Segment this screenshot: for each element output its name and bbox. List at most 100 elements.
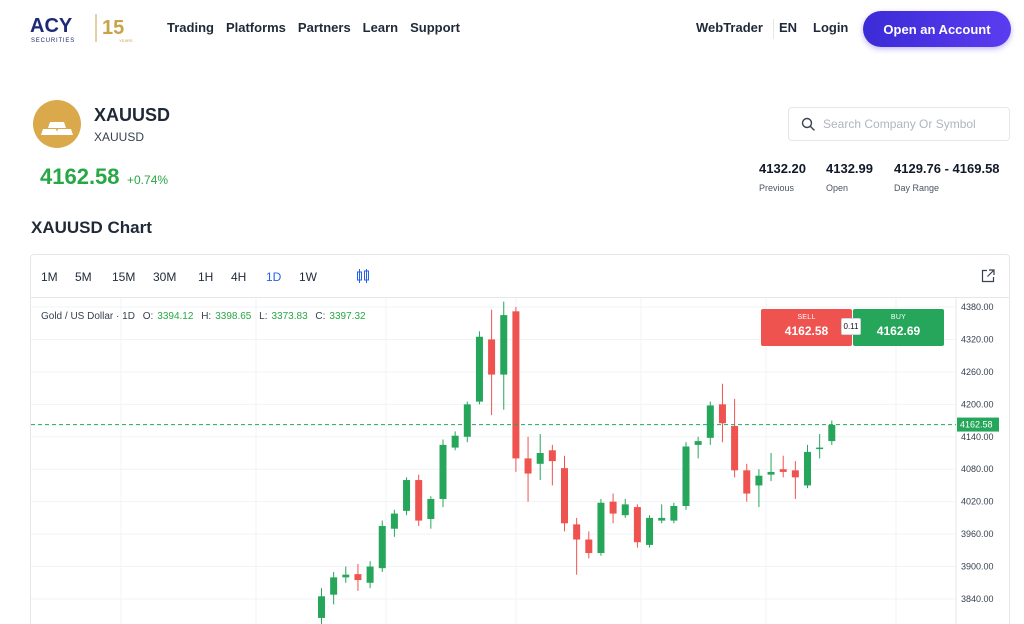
candle-body xyxy=(573,524,581,540)
candle-body xyxy=(415,480,423,521)
nav-platforms[interactable]: Platforms xyxy=(226,20,286,35)
y-tick-label: 4020.00 xyxy=(961,497,994,507)
candle-body xyxy=(816,447,824,450)
candle xyxy=(791,461,799,499)
candle-body xyxy=(463,404,471,437)
timeframe-1h[interactable]: 1H xyxy=(198,270,213,284)
candle-body xyxy=(658,517,666,521)
anniversary-label: YEARS xyxy=(119,38,133,43)
candle-body xyxy=(743,470,751,494)
candle-body xyxy=(390,513,398,529)
candle xyxy=(585,531,593,559)
stat-open-value: 4132.99 xyxy=(826,161,873,176)
stat-day-range-label: Day Range xyxy=(894,183,940,193)
candle-body xyxy=(524,458,532,474)
candle xyxy=(804,444,811,489)
timeframe-30m[interactable]: 30M xyxy=(153,270,176,284)
legend-low: 3373.83 xyxy=(271,311,308,322)
y-tick-label: 4080.00 xyxy=(961,464,994,474)
expand-icon[interactable] xyxy=(981,269,995,283)
main-nav: Trading Platforms Partners Learn Support xyxy=(167,20,460,35)
current-price: 4162.58 xyxy=(40,164,120,189)
logo-text: ACY xyxy=(30,15,73,37)
candle-body xyxy=(731,425,739,471)
stat-previous-value: 4132.20 xyxy=(759,161,806,176)
candle xyxy=(403,477,411,516)
candle-body xyxy=(767,471,775,475)
candle xyxy=(609,493,617,524)
candle xyxy=(354,563,362,591)
candle xyxy=(694,436,702,459)
sell-price: 4162.58 xyxy=(784,324,829,338)
stat-previous: 4132.20 Previous xyxy=(759,161,806,193)
site-header: ACY SECURITIES 15 YEARS Trading Platform… xyxy=(0,0,1024,58)
candle-body xyxy=(633,507,641,543)
candle-body xyxy=(585,539,593,554)
login-link[interactable]: Login xyxy=(813,20,848,35)
candle xyxy=(524,436,532,502)
nav-trading[interactable]: Trading xyxy=(167,20,214,35)
timeframe-15m[interactable]: 15M xyxy=(112,270,135,284)
candle-body xyxy=(718,404,726,424)
chart-section-title: XAUUSD Chart xyxy=(31,218,152,237)
candle-body xyxy=(670,505,678,521)
nav-support[interactable]: Support xyxy=(410,20,460,35)
candle xyxy=(779,455,787,478)
candle xyxy=(816,434,824,459)
candle-body xyxy=(427,498,435,519)
legend-open: 3394.12 xyxy=(157,311,194,322)
candle xyxy=(500,301,508,410)
candle-body xyxy=(706,405,714,438)
symbol-search xyxy=(788,107,1010,141)
candle xyxy=(390,509,398,537)
candle xyxy=(536,434,544,481)
legend-h-label: H: xyxy=(201,311,212,322)
candle xyxy=(682,442,690,510)
buy-label: BUY xyxy=(890,314,907,321)
candle xyxy=(366,561,374,589)
timeframe-1w[interactable]: 1W xyxy=(299,270,317,284)
last-price-label: 4162.58 xyxy=(960,420,993,430)
price-chart[interactable]: 4380.00 4320.00 4260.00 4200.00 4140.00 4080.… xyxy=(31,298,1009,624)
chart-toolbar: 1M 5M 15M 30M 1H 4H 1D 1W xyxy=(31,255,1009,298)
candle xyxy=(597,498,605,556)
candle xyxy=(658,504,666,524)
candle-body xyxy=(403,480,411,511)
candle-body xyxy=(561,468,568,524)
chart-legend: Gold / US Dollar · 1D O: 3394.12 H: 3398.6… xyxy=(41,311,366,322)
logo-sub: SECURITIES xyxy=(31,38,75,44)
symbol-title: XAUUSD xyxy=(94,105,171,125)
sell-button[interactable]: SELL 4162.58 xyxy=(761,309,852,346)
candle xyxy=(330,571,338,605)
stat-day-range: 4129.76 - 4169.58 Day Range xyxy=(894,161,1000,193)
nav-partners[interactable]: Partners xyxy=(298,20,351,35)
timeframe-1m[interactable]: 1M xyxy=(41,270,58,284)
candle xyxy=(415,474,423,526)
candle-body xyxy=(548,450,556,462)
candle-body xyxy=(475,336,483,402)
candle xyxy=(427,496,435,529)
webtrader-link[interactable]: WebTrader xyxy=(696,20,763,35)
candlestick-type-icon[interactable] xyxy=(355,268,371,284)
timeframe-5m[interactable]: 5M xyxy=(75,270,92,284)
candle-body xyxy=(804,451,811,486)
buy-button[interactable]: BUY 4162.69 xyxy=(853,309,944,346)
candle xyxy=(378,520,386,572)
language-selector[interactable]: EN xyxy=(779,20,797,35)
search-input[interactable] xyxy=(823,114,1003,134)
candle-body xyxy=(366,566,374,583)
candle-body xyxy=(646,517,654,545)
timeframe-4h[interactable]: 4H xyxy=(231,270,246,284)
price-change: +0.74% xyxy=(127,173,169,187)
legend-close: 3397.32 xyxy=(329,311,366,322)
candle xyxy=(439,439,447,508)
timeframe-1d[interactable]: 1D xyxy=(266,270,281,284)
candle-body xyxy=(755,475,763,486)
candle xyxy=(646,515,654,548)
nav-learn[interactable]: Learn xyxy=(363,20,398,35)
y-tick-label: 4380.00 xyxy=(961,302,994,312)
acy-logo[interactable]: ACY SECURITIES 15 YEARS xyxy=(30,12,135,44)
sell-label: SELL xyxy=(797,314,816,321)
open-account-button[interactable]: Open an Account xyxy=(863,11,1011,47)
y-tick-label: 4140.00 xyxy=(961,432,994,442)
